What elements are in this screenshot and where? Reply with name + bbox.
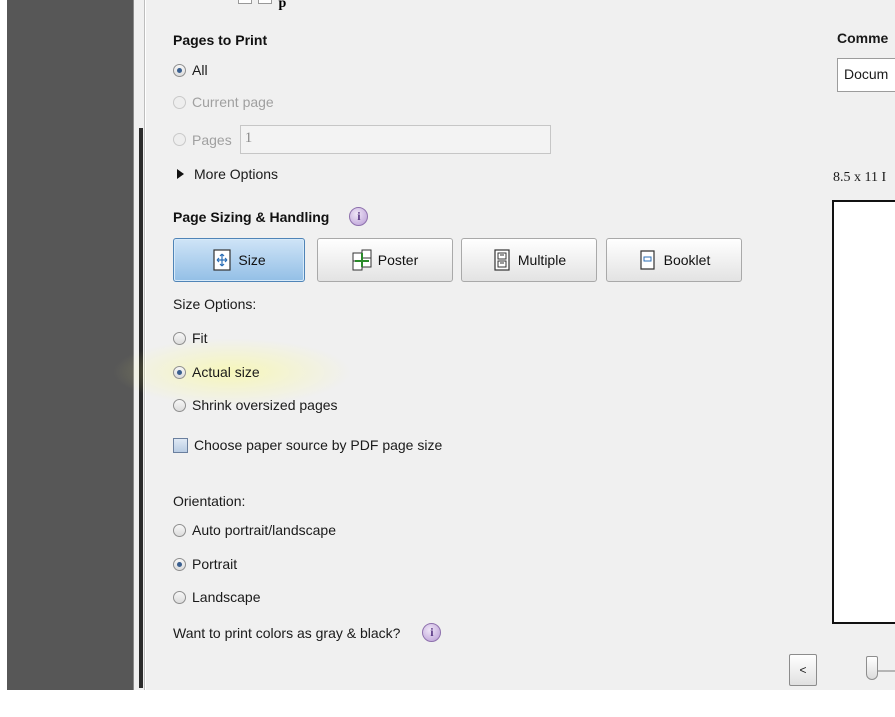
- top-fragment-box-2: [258, 0, 272, 4]
- radio-auto-orientation-label: Auto portrait/landscape: [192, 522, 336, 538]
- radio-auto-orientation[interactable]: Auto portrait/landscape: [173, 522, 336, 538]
- radio-portrait-label: Portrait: [192, 556, 238, 572]
- radio-actual-size[interactable]: Actual size: [173, 364, 260, 380]
- radio-actual-size-button[interactable]: [173, 365, 186, 379]
- prev-page-button[interactable]: <: [789, 654, 817, 686]
- radio-actual-size-label: Actual size: [192, 364, 260, 380]
- radio-portrait-button[interactable]: [173, 557, 186, 571]
- multiple-button-label: Multiple: [517, 252, 567, 268]
- page-preview: [832, 200, 895, 624]
- poster-button[interactable]: Poster: [317, 238, 453, 282]
- comments-select[interactable]: Docum: [837, 58, 895, 92]
- pages-range-input[interactable]: 1: [239, 125, 551, 154]
- radio-all-label: All: [192, 62, 208, 78]
- radio-pages-button[interactable]: [173, 133, 186, 146]
- radio-current-page[interactable]: Current page: [173, 94, 274, 110]
- booklet-button-label: Booklet: [663, 252, 711, 268]
- orientation-label: Orientation:: [173, 493, 246, 509]
- booklet-button[interactable]: Booklet: [606, 238, 742, 282]
- zoom-slider-track[interactable]: [878, 670, 895, 672]
- paper-source-checkbox-box[interactable]: [173, 437, 188, 453]
- page-sizing-title: Page Sizing & Handling: [173, 208, 330, 225]
- radio-current-page-label: Current page: [192, 94, 274, 110]
- radio-auto-orientation-button[interactable]: [173, 523, 186, 537]
- top-fragment: p: [235, 0, 286, 12]
- radio-landscape[interactable]: Landscape: [173, 589, 261, 605]
- radio-all-button[interactable]: [173, 63, 186, 77]
- zoom-slider-thumb[interactable]: [866, 656, 878, 680]
- radio-all[interactable]: All: [173, 62, 208, 78]
- radio-fit-button[interactable]: [173, 331, 186, 345]
- gray-prompt: Want to print colors as gray & black? i: [173, 623, 442, 642]
- gray-prompt-label: Want to print colors as gray & black?: [173, 624, 401, 641]
- poster-icon: [352, 249, 372, 271]
- size-icon: [213, 249, 231, 271]
- radio-pages[interactable]: Pages 1: [173, 125, 551, 154]
- paper-source-checkbox[interactable]: Choose paper source by PDF page size: [173, 437, 442, 453]
- radio-shrink[interactable]: Shrink oversized pages: [173, 397, 338, 413]
- divider-grip[interactable]: [139, 128, 143, 688]
- radio-landscape-label: Landscape: [192, 589, 261, 605]
- radio-landscape-button[interactable]: [173, 590, 186, 604]
- left-panel: [7, 0, 133, 690]
- radio-shrink-button[interactable]: [173, 398, 186, 412]
- expand-triangle-icon: [177, 169, 184, 179]
- radio-fit[interactable]: Fit: [173, 330, 208, 346]
- size-options-label: Size Options:: [173, 296, 257, 312]
- more-options-toggle[interactable]: More Options: [177, 166, 278, 182]
- comments-title: Comme: [837, 30, 889, 46]
- multiple-pages-icon: [494, 249, 510, 271]
- booklet-icon: [640, 250, 655, 270]
- paper-size-label: 8.5 x 11 I: [833, 170, 887, 185]
- info-icon-gray[interactable]: i: [422, 623, 442, 642]
- multiple-button[interactable]: Multiple: [461, 238, 597, 282]
- radio-portrait[interactable]: Portrait: [173, 556, 237, 572]
- page-sizing-header: Page Sizing & Handling i: [173, 207, 369, 226]
- radio-current-page-button[interactable]: [173, 95, 186, 109]
- top-fragment-text: p: [278, 0, 287, 11]
- size-button-label: Size: [238, 252, 266, 268]
- radio-fit-label: Fit: [192, 330, 208, 346]
- more-options-label: More Options: [194, 166, 279, 182]
- pages-to-print-title: Pages to Print: [173, 32, 268, 48]
- size-button[interactable]: Size: [173, 238, 305, 282]
- info-icon[interactable]: i: [349, 207, 369, 226]
- radio-pages-label: Pages: [192, 131, 232, 148]
- poster-button-label: Poster: [377, 252, 419, 268]
- radio-shrink-label: Shrink oversized pages: [192, 397, 338, 413]
- top-fragment-box: [238, 0, 252, 4]
- paper-source-label: Choose paper source by PDF page size: [194, 437, 443, 453]
